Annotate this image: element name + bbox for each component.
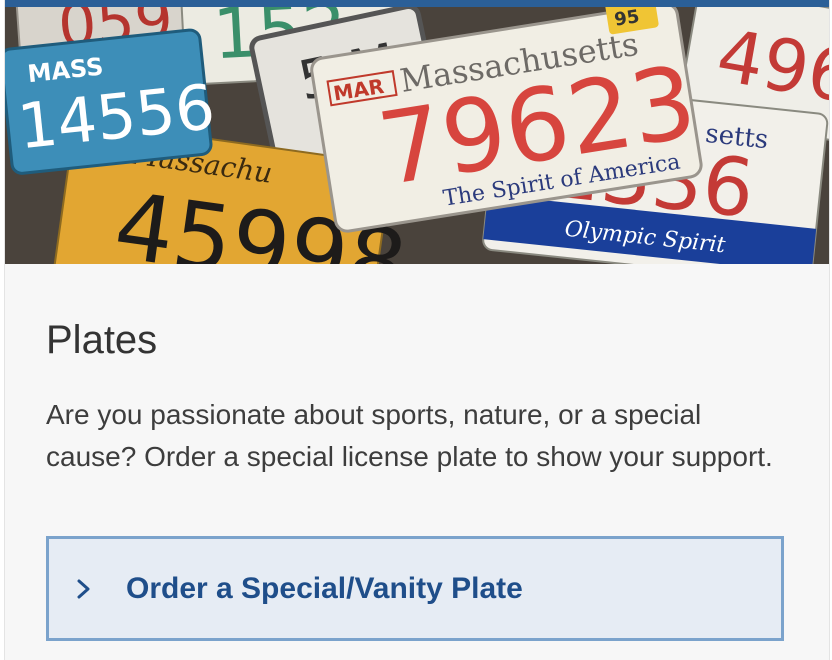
section-title: Plates xyxy=(46,318,158,362)
order-special-plate-link[interactable]: Order a Special/Vanity Plate xyxy=(46,536,784,641)
chevron-right-icon xyxy=(76,578,106,600)
section-description: Are you passionate about sports, nature,… xyxy=(46,399,773,472)
hero-image: 059 152 496 5 M Massachu 45998 xyxy=(5,0,829,264)
order-special-plate-label: Order a Special/Vanity Plate xyxy=(126,571,523,605)
plates-card: 059 152 496 5 M Massachu 45998 xyxy=(4,0,830,660)
license-plates-illustration: 059 152 496 5 M Massachu 45998 xyxy=(5,0,829,264)
plates-section: Plates Are you passionate about sports, … xyxy=(46,264,791,641)
top-accent-bar xyxy=(5,0,829,7)
